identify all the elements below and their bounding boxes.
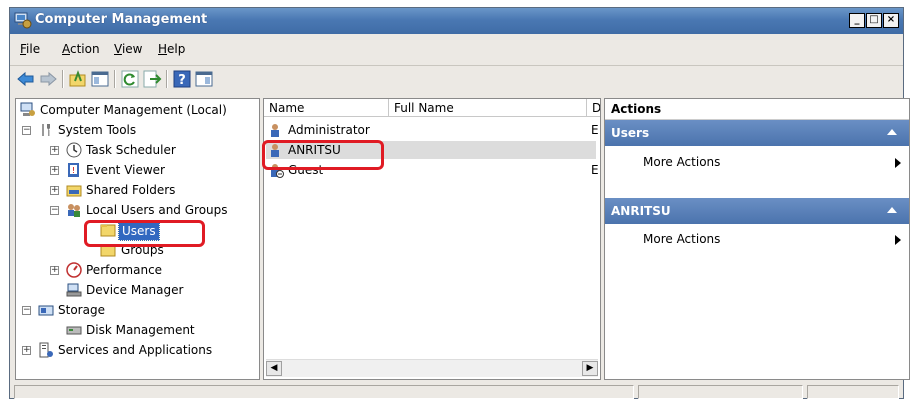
horizontal-scrollbar[interactable]: ◀ ▶ [266, 359, 598, 377]
highlight-anritsu [262, 140, 384, 170]
menu-help[interactable]: Help [158, 42, 185, 56]
section-header: Users [611, 126, 650, 140]
tree-label: Storage [58, 303, 105, 317]
column-header-name[interactable]: Name [264, 99, 389, 117]
column-header-full-name[interactable]: Full Name [389, 99, 587, 117]
title-bar[interactable]: Computer Management _ □ × [10, 8, 903, 34]
scroll-left-button[interactable]: ◀ [266, 361, 282, 376]
up-folder-icon[interactable] [68, 69, 88, 89]
scroll-right-button[interactable]: ▶ [582, 361, 598, 376]
collapse-icon[interactable]: − [50, 206, 59, 215]
event-viewer-icon: ! [68, 163, 79, 177]
tree-label: Task Scheduler [86, 143, 176, 157]
user-description: E [591, 123, 599, 137]
tree-label: Services and Applications [58, 343, 213, 357]
export-list-icon[interactable] [142, 69, 162, 89]
performance-icon [66, 262, 82, 278]
refresh-icon[interactable] [120, 69, 140, 89]
menu-file[interactable]: File [20, 42, 40, 56]
tree-label: Local Users and Groups [86, 203, 228, 217]
close-button[interactable]: × [883, 13, 899, 28]
device-manager-icon [66, 283, 82, 297]
toolbar: ? [10, 65, 903, 92]
user-name: Administrator [288, 123, 370, 137]
collapse-icon[interactable]: − [22, 306, 31, 315]
show-hide-tree-icon[interactable] [90, 69, 110, 89]
svg-text:?: ? [178, 73, 186, 88]
status-cell-main [14, 385, 634, 399]
section-header: ANRITSU [611, 204, 671, 218]
column-header-description[interactable]: D [587, 99, 600, 117]
users-group-icon [68, 204, 80, 217]
expand-icon[interactable]: + [50, 186, 59, 195]
forward-icon[interactable] [38, 69, 58, 89]
more-actions-anritsu[interactable]: More Actions [605, 227, 909, 251]
back-icon[interactable] [16, 69, 36, 89]
system-tools-icon [42, 124, 50, 136]
actions-title: Actions [605, 99, 909, 120]
services-icon [39, 342, 53, 358]
expand-icon[interactable]: + [50, 146, 59, 155]
shared-folder-icon [66, 185, 82, 197]
highlight-users [84, 220, 205, 247]
window-title: Computer Management [35, 12, 208, 27]
svg-text:!: ! [72, 166, 75, 175]
collapse-icon[interactable]: − [22, 126, 31, 135]
computer-management-window: Computer Management _ □ × File Action Vi… [9, 7, 910, 400]
menu-action[interactable]: Action [62, 42, 100, 56]
action-label: More Actions [643, 232, 721, 246]
status-cell-3 [807, 385, 899, 399]
maximize-button[interactable]: □ [866, 13, 882, 28]
actions-section-users[interactable]: Users [605, 120, 909, 146]
help-icon[interactable]: ? [172, 69, 192, 89]
collapse-caret-icon[interactable] [887, 129, 897, 135]
show-hide-action-pane-icon[interactable] [194, 69, 214, 89]
tree-label: Performance [86, 263, 163, 277]
tree-label: Event Viewer [86, 163, 165, 177]
actions-pane: Actions Users More Actions ANRITSU More … [604, 98, 910, 380]
user-icon [271, 124, 279, 137]
minimize-button[interactable]: _ [849, 13, 865, 28]
menu-bar: File Action View Help [10, 38, 903, 60]
status-cell-2 [638, 385, 803, 399]
tree-label: Shared Folders [86, 183, 176, 197]
storage-icon [38, 305, 54, 316]
computer-management-icon [20, 102, 35, 116]
menu-view[interactable]: View [114, 42, 142, 56]
user-description: E [591, 163, 599, 177]
disk-icon [66, 326, 82, 335]
expand-icon[interactable]: + [22, 346, 31, 355]
computer-management-icon [14, 12, 32, 29]
tree-label: System Tools [58, 123, 137, 137]
submenu-arrow-icon [895, 158, 901, 168]
more-actions-users[interactable]: More Actions [605, 150, 909, 174]
tree-label: Device Manager [86, 283, 184, 297]
expand-icon[interactable]: + [50, 166, 59, 175]
submenu-arrow-icon [895, 235, 901, 245]
actions-section-anritsu[interactable]: ANRITSU [605, 198, 909, 224]
collapse-caret-icon[interactable] [887, 207, 897, 213]
tree-label: Computer Management (Local) [40, 103, 227, 117]
action-label: More Actions [643, 155, 721, 169]
tree-label: Disk Management [86, 323, 195, 337]
list-item[interactable]: Administrator E [266, 121, 599, 139]
status-bar [10, 383, 903, 400]
expand-icon[interactable]: + [50, 266, 59, 275]
clock-icon [66, 142, 82, 158]
